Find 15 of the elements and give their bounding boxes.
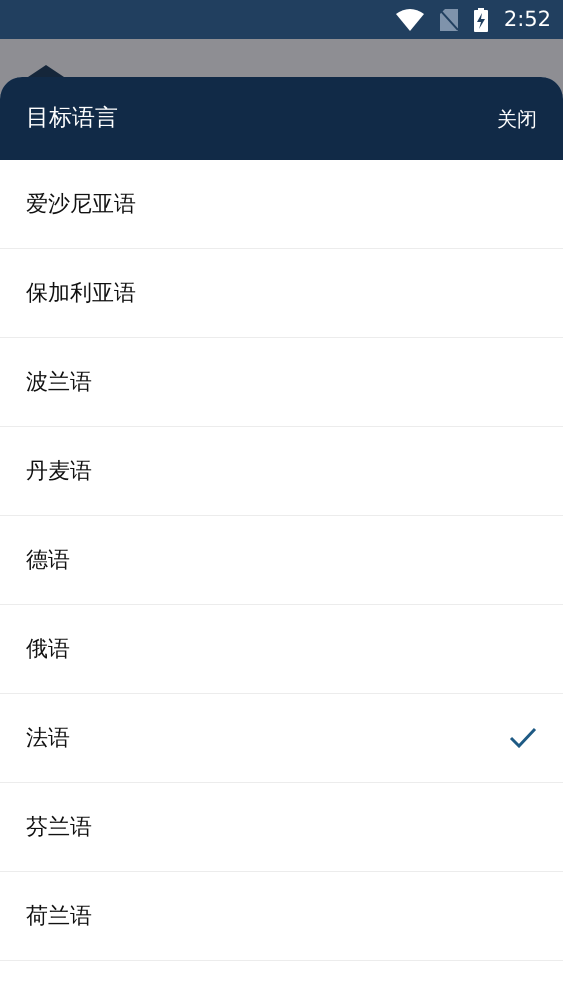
language-item[interactable]: 荷兰语 (0, 872, 563, 961)
language-item[interactable]: 芬兰语 (0, 783, 563, 872)
sheet-title: 目标语言 (26, 104, 118, 134)
close-button[interactable]: 关闭 (485, 100, 549, 138)
language-item[interactable]: 德语 (0, 516, 563, 605)
language-item[interactable]: 爱沙尼亚语 (0, 160, 563, 249)
wifi-icon (396, 8, 424, 30)
status-time: 2:52 (504, 6, 551, 33)
language-item[interactable]: 波兰语 (0, 338, 563, 427)
language-item[interactable]: 俄语 (0, 605, 563, 694)
language-item[interactable]: 法语 (0, 694, 563, 783)
language-item[interactable]: 保加利亚语 (0, 249, 563, 338)
no-sim-icon (440, 8, 458, 30)
battery-charging-icon (474, 8, 488, 32)
language-item[interactable]: 丹麦语 (0, 427, 563, 516)
